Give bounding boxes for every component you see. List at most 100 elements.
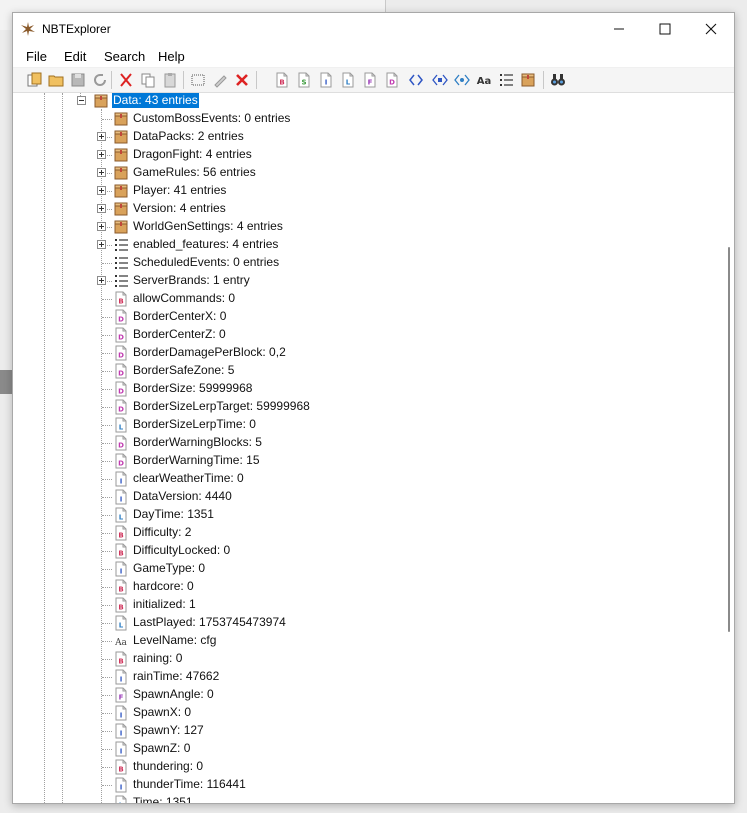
expand-toggle[interactable] [97,240,106,249]
tree-node[interactable]: Aa LevelName: cfg [13,632,713,650]
tree-node[interactable]: CustomBossEvents: 0 entries [13,110,713,128]
tree-node[interactable]: B Difficulty: 2 [13,524,713,542]
tree-node[interactable]: D BorderSizeLerpTarget: 59999968 [13,398,713,416]
open-file-button[interactable] [25,71,43,89]
tree-node[interactable]: WorldGenSettings: 4 entries [13,218,713,236]
menu-search[interactable]: Search [104,49,145,64]
add-long-button[interactable]: L [339,71,357,89]
nbt-tree-view[interactable]: Data: 43 entries CustomBossEvents: 0 entr… [13,93,734,803]
tree-node[interactable]: B DifficultyLocked: 0 [13,542,713,560]
svg-text:I: I [120,730,123,738]
tree-node[interactable]: L DayTime: 1351 [13,506,713,524]
add-long-array-button[interactable] [453,71,471,89]
tree-node[interactable]: I SpawnY: 127 [13,722,713,740]
add-byte-icon: B [276,72,288,88]
tree-node[interactable]: Braining: 0 [13,650,713,668]
tree-node[interactable]: I SpawnX: 0 [13,704,713,722]
tree-node[interactable]: IthunderTime: 116441 [13,776,713,794]
svg-text:D: D [118,370,124,378]
expand-toggle[interactable] [97,276,106,285]
add-list-button[interactable] [497,71,515,89]
maximize-button[interactable] [642,13,688,45]
menu-edit[interactable]: Edit [64,49,86,64]
svg-text:L: L [346,79,351,87]
tree-node[interactable]: L BorderSizeLerpTime: 0 [13,416,713,434]
tree-node[interactable]: ScheduledEvents: 0 entries [13,254,713,272]
add-short-button[interactable]: S [295,71,313,89]
add-string-button[interactable]: Aa [475,71,493,89]
add-double-button[interactable]: D [383,71,401,89]
tree-node[interactable]: Player: 41 entries [13,182,713,200]
tree-node[interactable]: L Time: 1351 [13,794,713,803]
expand-toggle[interactable] [97,168,106,177]
scrollbar-thumb[interactable] [728,247,730,632]
minimize-button[interactable] [596,13,642,45]
tree-node[interactable]: DataPacks: 2 entries [13,128,713,146]
add-int-button[interactable]: I [317,71,335,89]
cut-button[interactable] [117,71,135,89]
tree-connector-line [102,533,112,534]
tree-node[interactable]: L LastPlayed: 1753745473974 [13,614,713,632]
close-icon [705,23,717,35]
paste-button[interactable] [161,71,179,89]
tree-node-label: thundering: 0 [133,759,204,773]
tree-node[interactable]: D BorderSize: 59999968 [13,380,713,398]
menu-help[interactable]: Help [158,49,185,64]
add-short-icon: S [298,72,310,88]
svg-text:D: D [118,442,124,450]
expand-toggle[interactable] [97,150,106,159]
expand-toggle[interactable] [97,186,106,195]
toolbar-separator [543,71,544,89]
title-bar[interactable]: NBTExplorer [13,13,734,45]
tree-node[interactable]: F SpawnAngle: 0 [13,686,713,704]
tree-node[interactable]: D BorderDamagePerBlock: 0,2 [13,344,713,362]
expand-toggle[interactable] [97,204,106,213]
delete-button[interactable] [233,71,251,89]
vertical-scrollbar[interactable] [722,93,734,803]
add-byte-array-button[interactable] [407,71,425,89]
tree-node[interactable]: IclearWeatherTime: 0 [13,470,713,488]
close-button[interactable] [688,13,734,45]
tree-node[interactable]: I GameType: 0 [13,560,713,578]
tree-node[interactable]: D BorderCenterX: 0 [13,308,713,326]
tree-node[interactable]: D BorderSafeZone: 5 [13,362,713,380]
edit-icon [214,75,227,88]
tree-node[interactable]: Bthundering: 0 [13,758,713,776]
tree-node[interactable]: I SpawnZ: 0 [13,740,713,758]
tree-connector-line [102,335,112,336]
tree-node-label: BorderSizeLerpTime: 0 [133,417,256,431]
refresh-button[interactable] [91,71,109,89]
double-tag-icon: D [115,381,127,397]
tree-node[interactable]: Data: 43 entries [13,93,713,110]
tree-node[interactable]: D BorderCenterZ: 0 [13,326,713,344]
add-float-button[interactable]: F [361,71,379,89]
tree-node[interactable]: I DataVersion: 4440 [13,488,713,506]
tree-node[interactable]: enabled_features: 4 entries [13,236,713,254]
tree-node[interactable]: D BorderWarningBlocks: 5 [13,434,713,452]
tree-node[interactable]: ServerBrands: 1 entry [13,272,713,290]
add-compound-button[interactable] [519,71,537,89]
tree-node[interactable]: Bhardcore: 0 [13,578,713,596]
tree-node[interactable]: DragonFight: 4 entries [13,146,713,164]
toolbar-separator [256,71,257,89]
tree-node[interactable]: Binitialized: 1 [13,596,713,614]
tree-node[interactable]: Version: 4 entries [13,200,713,218]
collapse-toggle[interactable] [77,96,86,105]
add-int-array-button[interactable] [431,71,449,89]
tree-node[interactable]: GameRules: 56 entries [13,164,713,182]
tree-node[interactable]: D BorderWarningTime: 15 [13,452,713,470]
double-tag-icon: D [115,363,127,379]
tree-node[interactable]: BallowCommands: 0 [13,290,713,308]
rename-button[interactable] [189,71,207,89]
open-folder-button[interactable] [47,71,65,89]
expand-toggle[interactable] [97,132,106,141]
int-tag-icon: I [115,669,127,685]
edit-button[interactable] [211,71,229,89]
add-byte-button[interactable]: B [273,71,291,89]
find-button[interactable] [549,71,567,89]
menu-file[interactable]: File [26,49,47,64]
tree-node[interactable]: IrainTime: 47662 [13,668,713,686]
expand-toggle[interactable] [97,222,106,231]
save-button[interactable] [69,71,87,89]
copy-button[interactable] [139,71,157,89]
